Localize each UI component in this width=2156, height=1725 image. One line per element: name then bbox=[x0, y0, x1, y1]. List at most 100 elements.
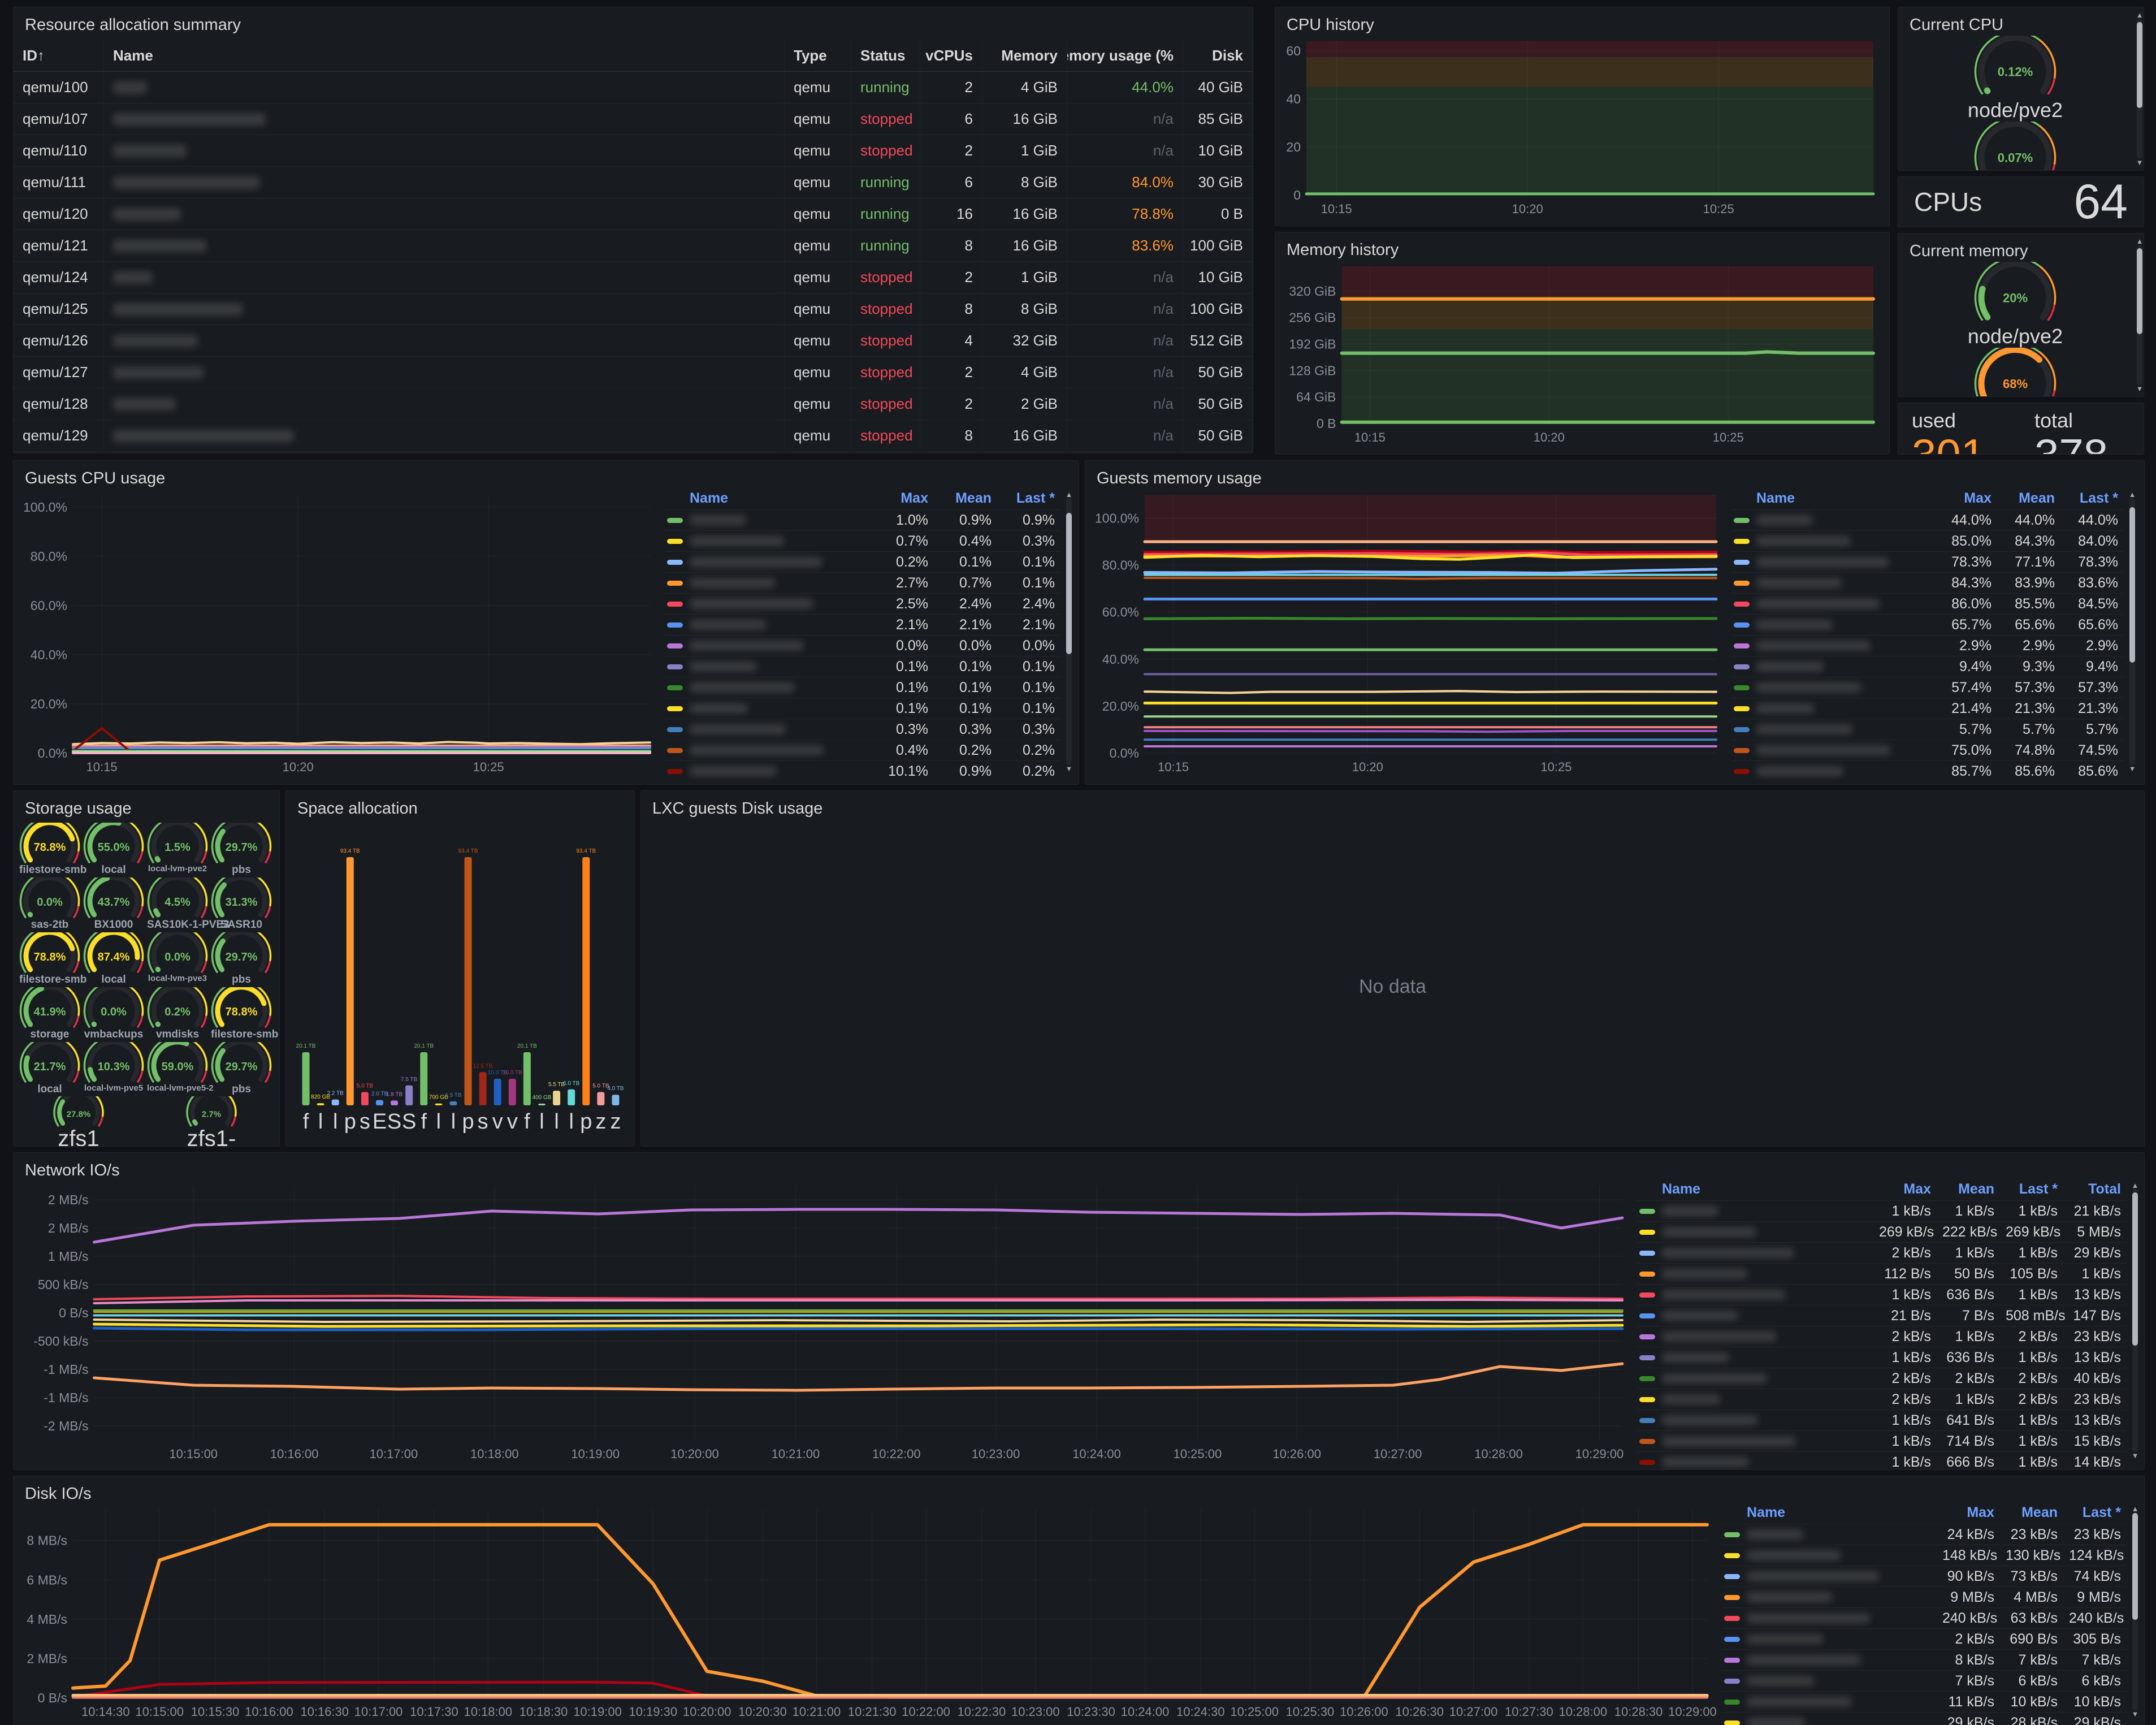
legend-row[interactable]: 7 kB/s6 kB/s6 kB/s bbox=[1722, 1670, 2127, 1691]
legend-series[interactable] bbox=[1731, 641, 1934, 651]
table-row[interactable]: qemu/111qemurunning68 GiB84.0%30 GiB bbox=[14, 167, 1253, 198]
legend-row[interactable]: 0.4%0.2%0.2% bbox=[665, 740, 1060, 760]
table-row[interactable]: qemu/124qemustopped21 GiBn/a10 GiB bbox=[14, 262, 1253, 293]
legend-series[interactable] bbox=[665, 578, 871, 588]
legend-row[interactable]: 8 kB/s7 kB/s7 kB/s bbox=[1722, 1649, 2127, 1670]
legend-series[interactable] bbox=[1637, 1436, 1873, 1446]
scroll-down-icon[interactable]: ▼ bbox=[2136, 158, 2144, 167]
column-header-id[interactable]: ID ↑ bbox=[14, 40, 104, 71]
legend-row[interactable]: 240 kB/s63 kB/s240 kB/s bbox=[1722, 1607, 2127, 1628]
legend-col-last[interactable]: Last * bbox=[997, 490, 1060, 507]
column-header-name[interactable]: Name bbox=[104, 40, 785, 71]
legend-col-last[interactable]: Last * bbox=[2060, 490, 2124, 507]
legend-col-name[interactable]: Name bbox=[1731, 490, 1934, 507]
legend-row[interactable]: 1 kB/s714 B/s1 kB/s15 kB/s bbox=[1637, 1430, 2127, 1451]
legend-col-last[interactable]: Last * bbox=[2000, 1181, 2063, 1197]
legend-row[interactable]: 75.0%74.8%74.5% bbox=[1731, 740, 2124, 760]
legend-series[interactable] bbox=[1722, 1718, 1937, 1725]
legend-row[interactable]: 24 kB/s23 kB/s23 kB/s bbox=[1722, 1524, 2127, 1545]
legend-series[interactable] bbox=[1731, 557, 1934, 567]
legend-row[interactable]: 1 kB/s666 B/s1 kB/s14 kB/s bbox=[1637, 1451, 2127, 1470]
scroll-up-icon[interactable]: ▲ bbox=[2128, 490, 2136, 499]
resource-table[interactable]: ID ↑NameTypeStatusvCPUsMemoryMemory usag… bbox=[14, 40, 1253, 453]
legend-series[interactable] bbox=[1722, 1592, 1937, 1602]
legend-series[interactable] bbox=[1731, 599, 1934, 609]
scroll-down-icon[interactable]: ▼ bbox=[1065, 764, 1073, 773]
legend-series[interactable] bbox=[1637, 1415, 1873, 1425]
legend-series[interactable] bbox=[665, 682, 871, 693]
guests-memory-legend[interactable]: NameMaxMeanLast *44.0%44.0%44.0%85.0%84.… bbox=[1731, 487, 2136, 776]
legend-row[interactable]: 0.2%0.1%0.1% bbox=[665, 551, 1060, 572]
scroll-up-icon[interactable]: ▲ bbox=[2136, 11, 2144, 19]
legend-row[interactable]: 21.4%21.3%21.3% bbox=[1731, 698, 2124, 719]
legend-series[interactable] bbox=[1731, 578, 1934, 588]
legend-series[interactable] bbox=[1637, 1269, 1873, 1279]
legend-row[interactable]: 0.3%0.3%0.3% bbox=[665, 719, 1060, 740]
legend-row[interactable]: 2.9%2.9%2.9% bbox=[1731, 635, 2124, 656]
guests-memory-chart[interactable]: 0.0%20.0%40.0%60.0%80.0%100.0%10:1510:20… bbox=[1092, 487, 1725, 778]
legend-col-mean[interactable]: Mean bbox=[2000, 1504, 2063, 1521]
legend-series[interactable] bbox=[1731, 724, 1934, 734]
legend-series[interactable] bbox=[1722, 1550, 1937, 1560]
table-row[interactable]: qemu/121qemurunning816 GiB83.6%100 GiB bbox=[14, 230, 1253, 262]
legend-series[interactable] bbox=[665, 557, 871, 567]
scroll-up-icon[interactable]: ▲ bbox=[1065, 490, 1073, 499]
legend-scrollbar[interactable]: ▲▼ bbox=[2131, 1181, 2139, 1460]
cpu-history-chart[interactable]: 020406010:1510:2010:25 bbox=[1282, 33, 1882, 220]
legend-row[interactable]: 84.3%83.9%83.6% bbox=[1731, 572, 2124, 593]
legend-row[interactable]: 21 B/s7 B/s508 mB/s147 B/s bbox=[1637, 1305, 2127, 1326]
legend-row[interactable]: 1 kB/s1 kB/s1 kB/s21 kB/s bbox=[1637, 1200, 2127, 1221]
legend-row[interactable]: 2 kB/s2 kB/s2 kB/s40 kB/s bbox=[1637, 1368, 2127, 1389]
legend-row[interactable]: 0.1%0.1%0.1% bbox=[665, 698, 1060, 719]
legend-series[interactable] bbox=[1722, 1655, 1937, 1665]
scroll-up-icon[interactable]: ▲ bbox=[2131, 1181, 2139, 1190]
legend-col-max[interactable]: Max bbox=[1934, 490, 1997, 507]
legend-row[interactable]: 269 kB/s222 kB/s269 kB/s5 MB/s bbox=[1637, 1221, 2127, 1242]
legend-series[interactable] bbox=[1731, 536, 1934, 546]
table-row[interactable]: qemu/110qemustopped21 GiBn/a10 GiB bbox=[14, 135, 1253, 167]
legend-row[interactable]: 2.5%2.4%2.4% bbox=[665, 593, 1060, 614]
legend-series[interactable] bbox=[1731, 766, 1934, 776]
legend-series[interactable] bbox=[1637, 1290, 1873, 1300]
legend-series[interactable] bbox=[1637, 1227, 1873, 1237]
legend-row[interactable]: 78.3%77.1%78.3% bbox=[1731, 551, 2124, 572]
legend-row[interactable]: 85.7%85.6%85.6% bbox=[1731, 760, 2124, 781]
legend-row[interactable]: 2 kB/s1 kB/s1 kB/s29 kB/s bbox=[1637, 1242, 2127, 1263]
scroll-up-icon[interactable]: ▲ bbox=[2131, 1504, 2139, 1513]
legend-col-mean[interactable]: Mean bbox=[1937, 1181, 2000, 1197]
table-row[interactable]: qemu/127qemustopped24 GiBn/a50 GiB bbox=[14, 357, 1253, 388]
legend-series[interactable] bbox=[665, 724, 871, 734]
legend-series[interactable] bbox=[1722, 1676, 1937, 1686]
table-row[interactable]: qemu/128qemustopped22 GiBn/a50 GiB bbox=[14, 388, 1253, 420]
legend-row[interactable]: 0.0%0.0%0.0% bbox=[665, 635, 1060, 656]
legend-col-max[interactable]: Max bbox=[871, 490, 934, 507]
legend-row[interactable]: 2 kB/s1 kB/s2 kB/s23 kB/s bbox=[1637, 1389, 2127, 1410]
legend-series[interactable] bbox=[1637, 1331, 1873, 1342]
column-header-memory[interactable]: Memory bbox=[982, 40, 1067, 71]
legend-scrollbar[interactable]: ▲▼ bbox=[2131, 1504, 2139, 1718]
network-io-chart[interactable]: 2 MB/s2 MB/s1 MB/s500 kB/s0 B/s-500 kB/s… bbox=[20, 1178, 1631, 1465]
legend-col-last[interactable]: Last * bbox=[2063, 1504, 2127, 1521]
legend-row[interactable]: 10.1%0.9%0.2% bbox=[665, 760, 1060, 781]
legend-row[interactable]: 112 B/s50 B/s105 B/s1 kB/s bbox=[1637, 1263, 2127, 1284]
legend-series[interactable] bbox=[665, 703, 871, 714]
legend-row[interactable]: 2.1%2.1%2.1% bbox=[665, 614, 1060, 635]
legend-row[interactable]: 29 kB/s28 kB/s29 kB/s bbox=[1722, 1712, 2127, 1725]
legend-col-max[interactable]: Max bbox=[1873, 1181, 1937, 1197]
column-header-disk[interactable]: Disk bbox=[1183, 40, 1253, 71]
legend-series[interactable] bbox=[1637, 1311, 1873, 1321]
legend-series[interactable] bbox=[665, 745, 871, 755]
column-header-mem-usage[interactable]: Memory usage (% bbox=[1067, 40, 1183, 71]
legend-series[interactable] bbox=[1722, 1697, 1937, 1707]
legend-series[interactable] bbox=[1637, 1206, 1873, 1216]
table-row[interactable]: qemu/107qemustopped616 GiBn/a85 GiB bbox=[14, 103, 1253, 135]
scroll-down-icon[interactable]: ▼ bbox=[2128, 764, 2136, 773]
legend-col-name[interactable]: Name bbox=[1637, 1181, 1873, 1197]
legend-row[interactable]: 57.4%57.3%57.3% bbox=[1731, 677, 2124, 698]
legend-row[interactable]: 0.1%0.1%0.1% bbox=[665, 677, 1060, 698]
legend-col-total[interactable]: Total bbox=[2063, 1181, 2127, 1197]
network-io-legend[interactable]: NameMaxMeanLast *Total 1 kB/s1 kB/s1 kB/s… bbox=[1637, 1178, 2139, 1463]
disk-io-legend[interactable]: NameMaxMeanLast *24 kB/s23 kB/s23 kB/s14… bbox=[1722, 1501, 2139, 1722]
legend-series[interactable] bbox=[1637, 1352, 1873, 1363]
legend-series[interactable] bbox=[1722, 1613, 1937, 1623]
